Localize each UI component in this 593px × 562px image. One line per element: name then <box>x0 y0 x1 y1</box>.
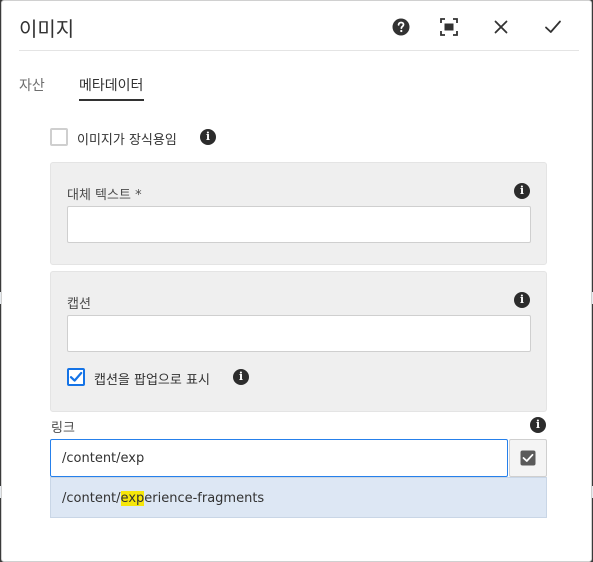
close-button[interactable] <box>487 13 515 41</box>
dialog-title: 이미지 <box>19 17 75 41</box>
caption-info-icon[interactable]: i <box>514 292 530 308</box>
link-info-icon[interactable]: i <box>530 417 546 433</box>
image-dialog: 이미지 자산 메타데이터 이미지가 장식용임 i 대체 텍스트 * i 캡션 i… <box>1 0 592 562</box>
link-label: 링크 <box>51 421 75 436</box>
tab-asset[interactable]: 자산 <box>19 75 45 95</box>
link-suggestion-item[interactable]: /content/experience-fragments <box>50 477 547 518</box>
alt-text-info-icon[interactable]: i <box>514 183 530 199</box>
help-button[interactable] <box>387 13 415 41</box>
help-icon <box>392 18 410 36</box>
caption-input[interactable] <box>67 315 531 352</box>
close-icon <box>494 20 508 34</box>
active-tab-indicator <box>79 99 144 101</box>
caption-label: 캡션 <box>67 297 91 312</box>
caption-popup-checkbox[interactable] <box>67 368 85 386</box>
checkmark-icon <box>545 20 561 33</box>
caption-popup-label: 캡션을 팝업으로 표시 <box>94 373 210 388</box>
decorative-label: 이미지가 장식용임 <box>77 133 177 148</box>
suggestion-prefix: /content/ <box>62 491 121 506</box>
confirm-button[interactable] <box>539 13 567 41</box>
fullscreen-icon <box>440 18 458 36</box>
alt-text-label: 대체 텍스트 * <box>67 188 142 203</box>
decorative-info-icon[interactable]: i <box>200 129 216 145</box>
suggestion-suffix: erience-fragments <box>144 491 265 506</box>
alt-text-panel: 대체 텍스트 * i <box>50 162 547 265</box>
link-input-value: /content/exp <box>62 451 145 466</box>
alt-text-input[interactable] <box>67 206 531 243</box>
caption-panel: 캡션 i 캡션을 팝업으로 표시 i <box>50 271 547 412</box>
decorative-checkbox[interactable] <box>50 128 68 146</box>
header-divider <box>19 50 579 51</box>
link-browse-button[interactable] <box>509 439 547 477</box>
checkmark-icon <box>69 371 83 382</box>
checkbox-list-icon <box>520 450 536 466</box>
tab-metadata[interactable]: 메타데이터 <box>79 75 143 95</box>
fullscreen-button[interactable] <box>435 13 463 41</box>
suggestion-text: /content/experience-fragments <box>62 491 264 506</box>
link-input[interactable]: /content/exp <box>50 439 508 477</box>
dialog-header: 이미지 <box>2 1 591 51</box>
suggestion-match: exp <box>120 491 145 506</box>
caption-popup-info-icon[interactable]: i <box>233 369 249 385</box>
